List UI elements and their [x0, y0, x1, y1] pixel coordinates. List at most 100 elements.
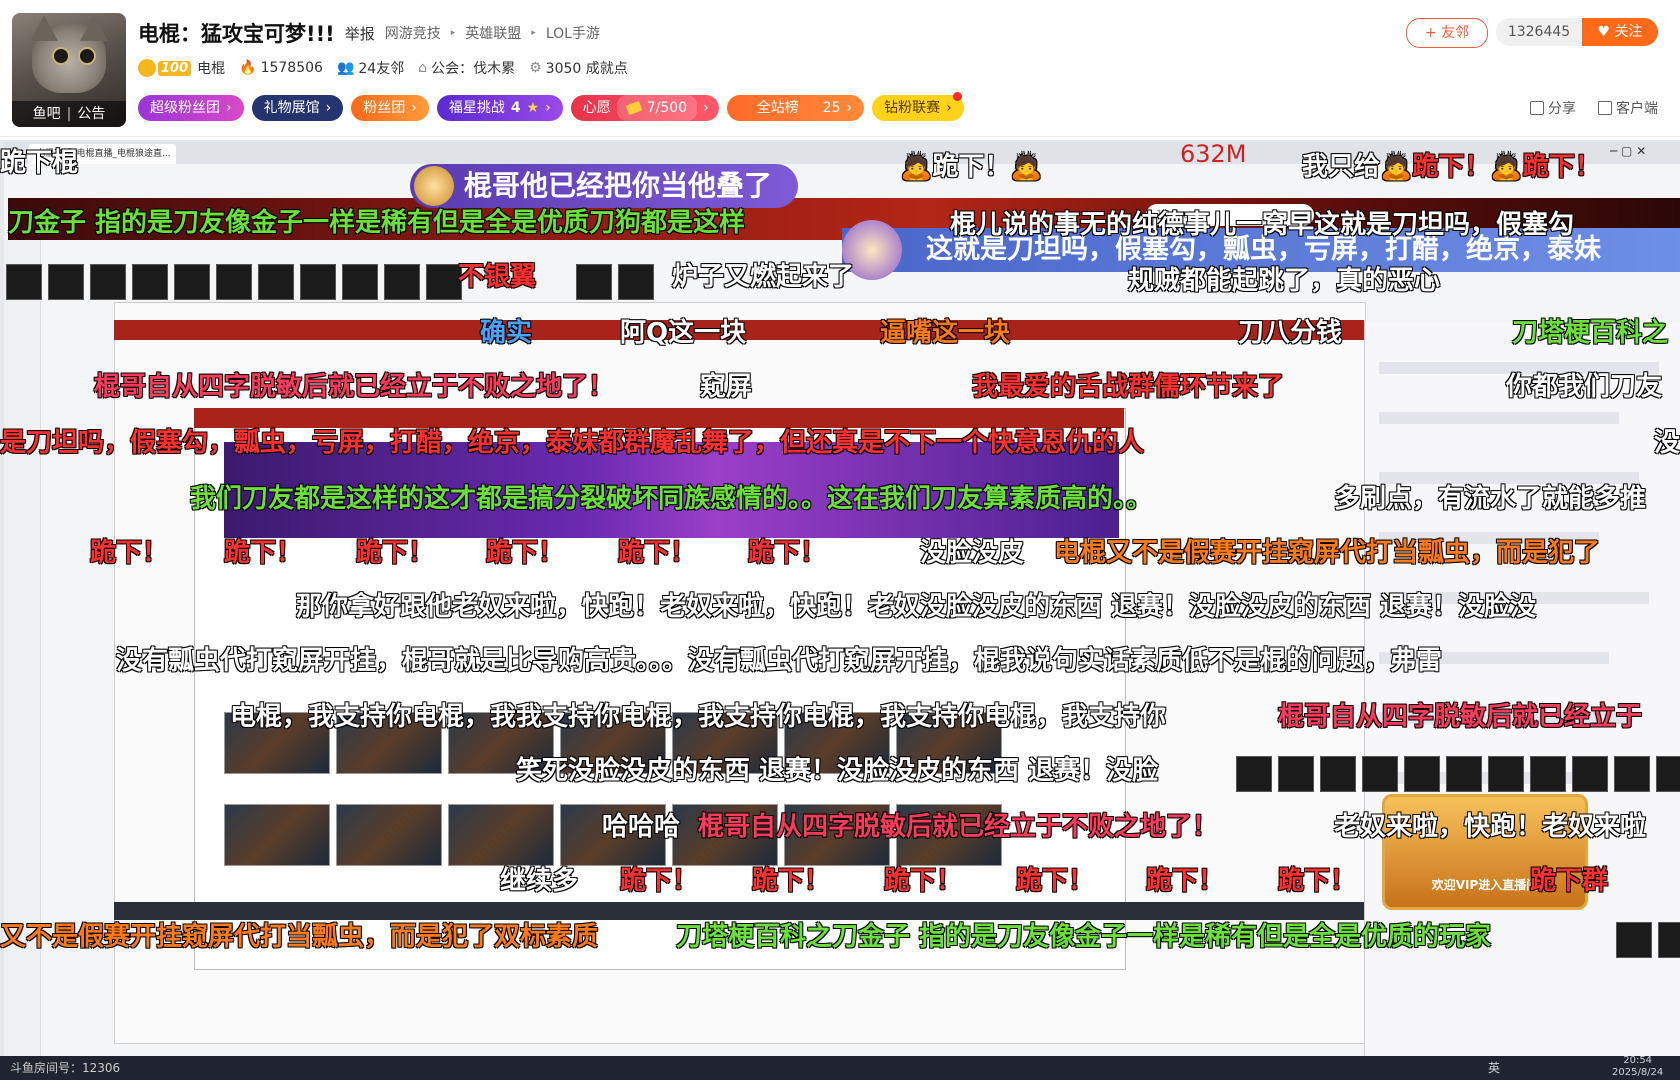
- gift-icon: [625, 100, 643, 116]
- danmaku-text: 电棍又不是假赛开挂窥屏代打当瓢虫，而是犯了: [1054, 538, 1601, 568]
- danmaku-text: 没有瓢虫代打窥屏开挂，棍哥就是比导购高贵。。。没有瓢虫代打窥屏开挂，棍我说句实话…: [116, 646, 1443, 676]
- danmaku-text: 是刀坦吗，假塞勾，瓢虫，亏屏，打醋，绝京，泰妹都群魔乱舞了，但还真是不下一个快意…: [0, 428, 1145, 458]
- danmaku-text: 没脸没皮: [920, 538, 1025, 568]
- chevron-right-icon: ›: [325, 100, 332, 116]
- badge-extra: 25: [822, 100, 841, 116]
- danmaku-text: 不银翼: [458, 262, 537, 292]
- danmaku-segment: 跪下！: [932, 152, 1011, 182]
- danmaku-text: 我只给🙇跪下！🙇跪下！: [1302, 152, 1601, 182]
- kneel-emoji-icon: 🙇: [900, 152, 933, 182]
- danmaku-text: 你都我们刀友: [1506, 372, 1663, 402]
- badge-extra: 7/500: [646, 100, 688, 116]
- size-readout: 632M: [1180, 140, 1247, 168]
- client-download-button[interactable]: 客户端: [1598, 98, 1658, 118]
- announcement-link[interactable]: 公告: [77, 101, 105, 127]
- hot-stat: 🔥 1578506: [239, 60, 323, 76]
- danmaku-text: 老奴来啦，快跑！老奴来啦: [1334, 812, 1647, 842]
- achievement-stat[interactable]: ⚙ 3050 成就点: [529, 58, 628, 78]
- danmaku-segment: 跪下！: [1412, 152, 1491, 182]
- badge-label: 粉丝团: [363, 100, 406, 116]
- danmaku-text: 棍哥自从四字脱敏后就已经立于: [1278, 702, 1643, 732]
- wish-badge[interactable]: 心愿 7/500 ›: [570, 95, 719, 121]
- danmaku-text: 跪下群: [1530, 866, 1609, 896]
- house-icon: ⌂: [418, 60, 428, 76]
- danmaku-text: 我们刀友都是这样的这才都是搞分裂破坏同族感情的。。这在我们刀友算素质高的。。: [190, 484, 1153, 514]
- danmaku-text: 逼嘴这一块: [880, 318, 1011, 348]
- share-icon: [1530, 101, 1544, 115]
- breadcrumb-category[interactable]: 网游竞技: [385, 23, 441, 43]
- nested-taskbar: [114, 902, 1364, 920]
- badge-label: 心愿: [582, 100, 611, 116]
- fan-club-badge[interactable]: 粉丝团 ›: [351, 95, 429, 121]
- friend-button[interactable]: + 友邻: [1406, 18, 1488, 48]
- kneel-emoji-icon: 🙇: [1010, 152, 1043, 182]
- room-id-watermark: 斗鱼房间号：12306: [10, 1061, 121, 1075]
- danmaku-text: 又不是假赛开挂窥屏代打当瓢虫，而是犯了双标素质: [0, 922, 599, 952]
- follow-button[interactable]: ♥ 关注: [1582, 18, 1658, 46]
- super-fan-club-badge[interactable]: 超级粉丝团 ›: [138, 95, 244, 121]
- danmaku-text: 跪下！: [884, 866, 963, 896]
- blocked-danmaku-row: [1616, 922, 1680, 958]
- breadcrumb-subgame[interactable]: LOL手游: [546, 23, 600, 43]
- danmaku-text: 没: [1654, 428, 1680, 458]
- client-label: 客户端: [1616, 101, 1658, 117]
- danmaku-text: 跪下！: [1016, 866, 1095, 896]
- gift-gallery-badge[interactable]: 礼物展馆 ›: [251, 95, 344, 121]
- friends-stat[interactable]: 👥 24友邻: [337, 58, 404, 78]
- danmaku-text: 刀金子 指的是刀友像金子一样是稀有但是全是优质刀狗都是这样: [8, 208, 746, 238]
- cat-ear-left: [30, 15, 58, 41]
- badge-label: 福星挑战: [448, 100, 505, 116]
- achievement-value: 3050 成就点: [545, 61, 628, 77]
- badge-extra: 4: [510, 100, 521, 116]
- danmaku-text: 确实: [480, 318, 533, 348]
- lucky-star-challenge-badge[interactable]: 福星挑战 4 ★ ›: [436, 95, 563, 121]
- clock-time: 20:54: [1623, 1055, 1653, 1066]
- badge-label: 礼物展馆: [263, 100, 320, 116]
- chevron-right-icon: ›: [545, 100, 551, 116]
- danmaku-text: 规贼都能起跳了，真的恶心: [1128, 266, 1441, 296]
- danmaku-segment: 跪下！: [1522, 152, 1601, 182]
- video-player[interactable]: 电棍直播_电棍直播_电棍狼途直... 632M ─ ▢ ✕ 17shou 欢迎V…: [0, 140, 1680, 1080]
- streamer-info-row: 100 电棍 🔥 1578506 👥 24友邻 ⌂ 公会：伐木累 ⚙ 3050 …: [138, 56, 628, 80]
- danmaku-text: 跪下！: [748, 538, 827, 568]
- blocked-danmaku-row: [576, 264, 654, 300]
- notification-dot: [952, 92, 962, 101]
- danmaku-text: 跪下！: [618, 538, 697, 568]
- people-icon: 👥: [336, 60, 355, 76]
- breadcrumb-arrow-icon: ▸: [531, 28, 536, 38]
- danmaku-text: 跪下！: [356, 538, 435, 568]
- danmaku-text: 棍哥自从四字脱敏后就已经立于不败之地了！: [94, 372, 615, 402]
- share-button[interactable]: 分享: [1530, 98, 1576, 118]
- blocked-danmaku-row: [1236, 756, 1680, 792]
- diamond-fan-league-badge[interactable]: 钻粉联赛 ›: [872, 92, 964, 121]
- clock-date: 2025/8/24: [1612, 1067, 1664, 1078]
- report-link[interactable]: 举报: [345, 23, 375, 44]
- gift-banner-1: 棍哥他已经把你当他叠了: [410, 164, 799, 208]
- fishbar-link[interactable]: 鱼吧: [33, 101, 61, 127]
- danmaku-text: 🙇跪下！🙇: [900, 152, 1043, 182]
- chevron-right-icon: ›: [846, 100, 853, 116]
- danmaku-text: 哈哈哈: [602, 812, 681, 842]
- kneel-emoji-icon: 🙇: [1380, 152, 1413, 182]
- friends-value: 24友邻: [358, 61, 405, 77]
- danmaku-text: 跪下！: [224, 538, 303, 568]
- danmaku-text: 笑死没脸没皮的东西 退赛！没脸没皮的东西 退赛！没脸: [516, 756, 1159, 786]
- badge-label: 全站榜: [756, 100, 799, 116]
- streamer-name[interactable]: 电棍: [197, 58, 225, 78]
- streamer-avatar[interactable]: 鱼吧 | 公告: [12, 13, 126, 127]
- danmaku-text: 刀塔梗百科之刀金子 指的是刀友像金子一样是稀有但是全是优质的玩家: [676, 922, 1492, 952]
- cat-eye-left: [52, 47, 70, 65]
- danmaku-segment: 我只给: [1302, 152, 1381, 182]
- site-rank-badge[interactable]: 全站榜 25 ›: [726, 95, 865, 121]
- guild-stat[interactable]: ⌂ 公会：伐木累: [418, 58, 515, 78]
- breadcrumb-game[interactable]: 英雄联盟: [465, 23, 521, 43]
- danmaku-text: 继续多: [500, 866, 579, 896]
- breadcrumb-arrow-icon: ▸: [450, 28, 456, 38]
- chevron-right-icon: ›: [703, 100, 709, 116]
- heart-icon: ♥: [1597, 24, 1611, 40]
- kneel-emoji-icon: 🙇: [1490, 152, 1523, 182]
- danmaku-text: 刀塔梗百科之: [1512, 318, 1669, 348]
- danmaku-text: 跪下！: [620, 866, 699, 896]
- danmaku-text: 跪下！: [752, 866, 831, 896]
- nested-banner-2: [194, 408, 1124, 428]
